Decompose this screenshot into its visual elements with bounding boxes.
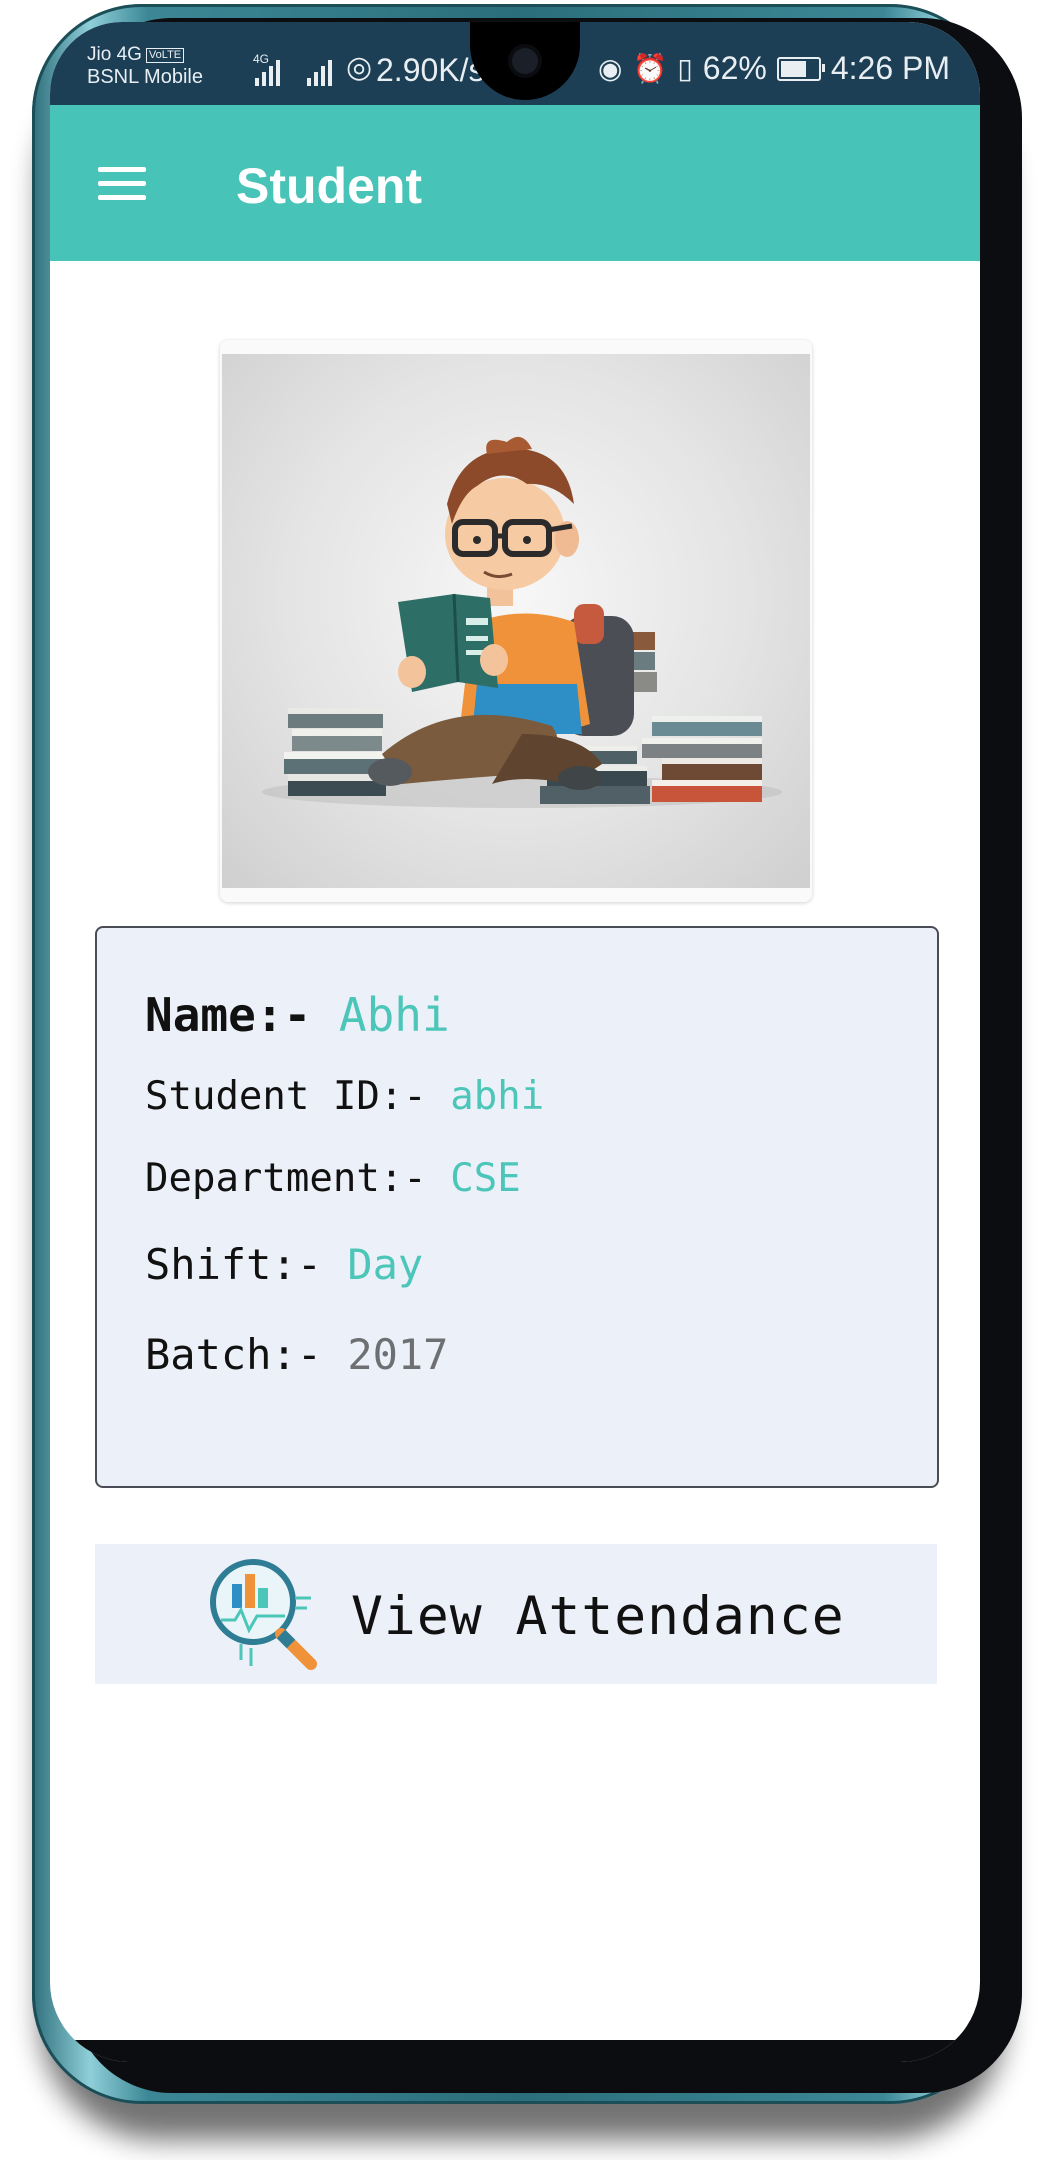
clock: 4:26 PM (830, 50, 950, 86)
front-camera-icon (512, 48, 538, 74)
batch-row: Batch:- 2017 (145, 1330, 448, 1379)
student-photo-card (220, 340, 812, 902)
battery-percent: 62% (702, 50, 767, 86)
shift-row: Shift:- Day (145, 1240, 423, 1289)
carrier-info: Jio 4G VoLTE BSNL Mobile (87, 44, 203, 89)
student-info-card: Name:- Abhi Student ID:- abhi Department… (95, 926, 939, 1488)
alarm-icon: ⏰ (632, 53, 668, 84)
volte-badge: VoLTE (145, 48, 185, 63)
shift-label: Shift:- (145, 1240, 323, 1289)
page-title: Student (236, 158, 423, 214)
signal-icon (307, 56, 332, 86)
camera-notch (470, 22, 580, 100)
battery-icon (776, 56, 825, 81)
batch-value: 2017 (347, 1330, 449, 1379)
app-screen: Jio 4G VoLTE BSNL Mobile 4G ◎ 2.90K/s ◉ ⏰… (50, 22, 980, 2062)
shift-value: Day (347, 1240, 424, 1289)
status-bar: Jio 4G VoLTE BSNL Mobile 4G ◎ 2.90K/s ◉ ⏰… (50, 22, 980, 105)
app-bar: Student (50, 105, 980, 261)
analytics-magnifier-icon (207, 1556, 321, 1672)
name-row: Name:- Abhi (145, 988, 450, 1042)
department-value: CSE (450, 1156, 521, 1201)
student-id-label: Student ID:- (145, 1074, 427, 1119)
batch-label: Batch:- (145, 1330, 323, 1379)
name-label: Name:- (145, 988, 312, 1042)
department-row: Department:- CSE (145, 1156, 521, 1201)
department-label: Department:- (145, 1156, 427, 1201)
signal-icon (255, 56, 280, 86)
status-right: ◉ ⏰ ▯ 62% 4:26 PM (598, 50, 950, 87)
view-attendance-button[interactable]: View Attendance (95, 1544, 937, 1684)
net-speed: 2.90K/s (376, 52, 485, 88)
bottom-bezel (50, 2040, 980, 2062)
name-value: Abhi (338, 988, 450, 1042)
carrier-2: BSNL Mobile (87, 65, 203, 88)
hamburger-menu-icon[interactable] (98, 167, 146, 201)
student-illustration (222, 354, 810, 888)
vibrate-icon: ▯ (677, 53, 693, 84)
student-id-row: Student ID:- abhi (145, 1074, 544, 1119)
view-attendance-label: View Attendance (351, 1586, 845, 1647)
hotspot-icon: ◎ (346, 50, 373, 85)
eye-comfort-icon: ◉ (598, 53, 623, 84)
student-id-value: abhi (450, 1074, 545, 1119)
carrier-1: Jio 4G (87, 44, 142, 65)
